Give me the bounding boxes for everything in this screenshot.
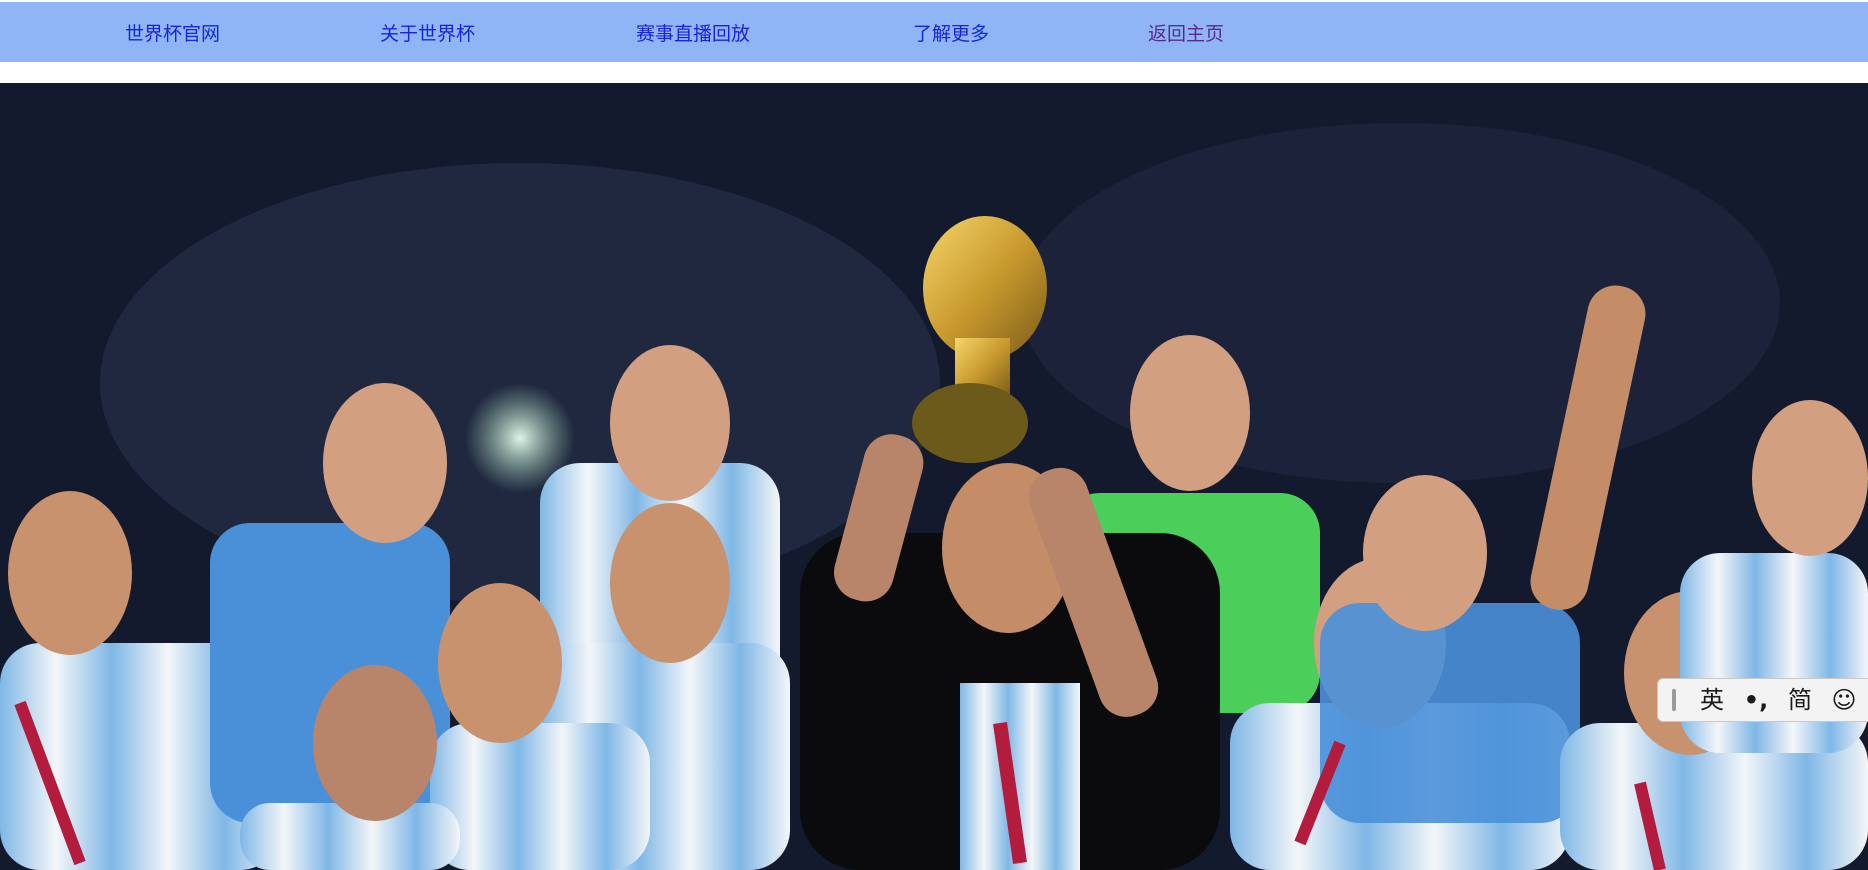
smiley-icon[interactable]: ☺ [1822,678,1866,722]
nav-link-match-replays[interactable]: 赛事直播回放 [636,2,750,62]
ime-script-toggle[interactable]: 简 [1778,678,1822,722]
drag-handle-icon[interactable] [1672,689,1676,711]
nav-link-back-home[interactable]: 返回主页 [1148,2,1224,62]
nav-link-about-world-cup[interactable]: 关于世界杯 [380,2,475,62]
celebration-photo [0,83,1868,870]
top-nav-bar: 世界杯官网 关于世界杯 赛事直播回放 了解更多 返回主页 [0,2,1868,62]
nav-link-world-cup-official[interactable]: 世界杯官网 [125,2,220,62]
ime-language-toggle[interactable]: 英 [1690,678,1734,722]
nav-link-learn-more[interactable]: 了解更多 [913,2,989,62]
hero-image [0,83,1868,870]
page: 世界杯官网 关于世界杯 赛事直播回放 了解更多 返回主页 英 •, 简 ☺ [0,0,1868,870]
ime-toolbar[interactable]: 英 •, 简 ☺ [1657,678,1868,722]
ime-punctuation-toggle[interactable]: •, [1734,678,1778,722]
